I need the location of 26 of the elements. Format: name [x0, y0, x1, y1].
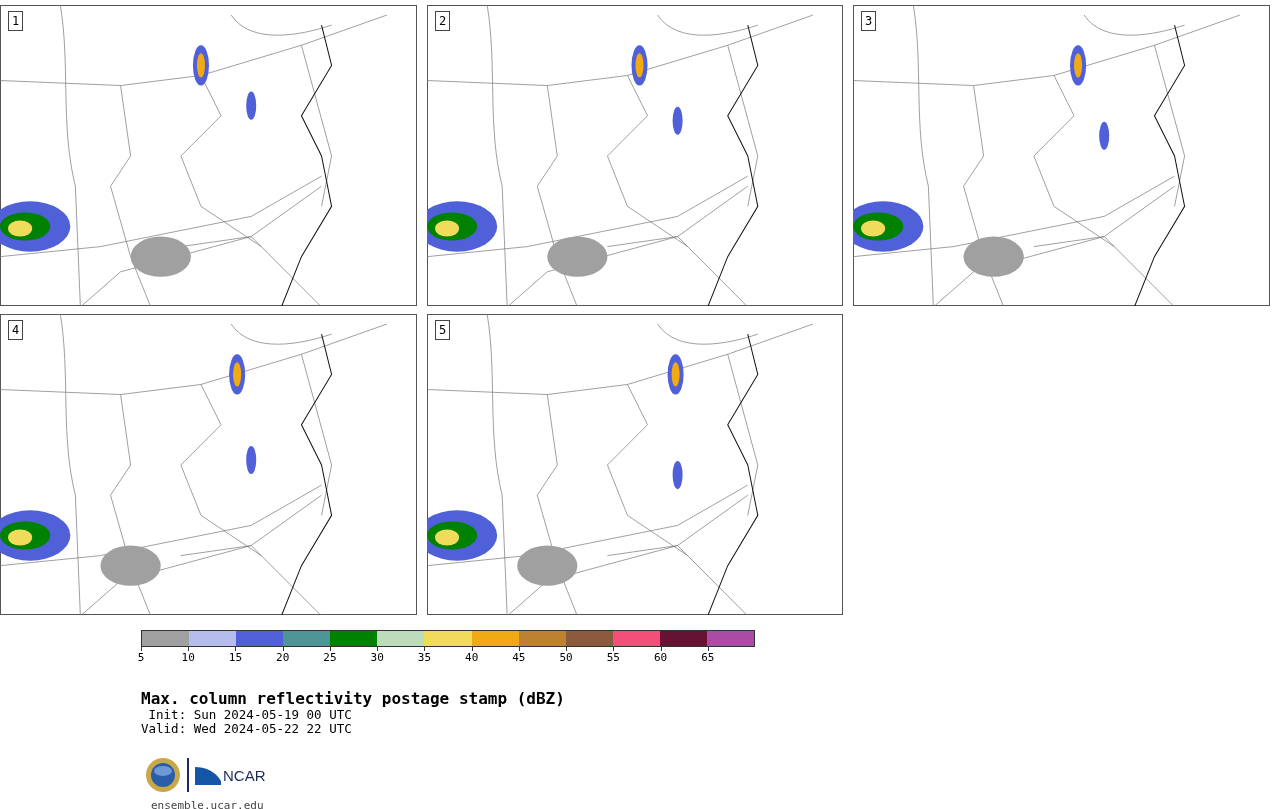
panel-number: 1 [8, 11, 24, 31]
tick-label: 20 [276, 652, 290, 664]
seal-icon [145, 757, 181, 793]
panel-number: 5 [435, 320, 451, 340]
swoosh-icon [195, 765, 221, 785]
valid-time: Valid: Wed 2024-05-22 22 UTC [141, 722, 353, 736]
tick-label: 40 [465, 652, 479, 664]
tick-label: 55 [606, 652, 620, 664]
tick-label: 50 [559, 652, 573, 664]
site-address: ensemble.ucar.edu [151, 799, 265, 809]
tick-label: 65 [701, 652, 715, 664]
tick-label: 60 [653, 652, 668, 664]
tick-label: 10 [181, 652, 195, 664]
tick-label: 30 [370, 652, 384, 664]
tick-label: 15 [228, 652, 243, 664]
panel-number: 4 [8, 320, 24, 340]
panel-number: 3 [861, 11, 877, 31]
divider-icon [187, 758, 189, 792]
panel-number: 2 [435, 11, 451, 31]
logo-text: NCAR [223, 766, 266, 784]
tick-label: 35 [417, 652, 432, 664]
init-time: Init: Sun 2024-05-19 00 UTC [147, 708, 353, 722]
tick-label: 25 [323, 652, 337, 664]
tick-label: 5 [137, 652, 145, 664]
chart-title: Max. column reflectivity postage stamp (dBZ) [141, 690, 566, 708]
tick-label: 45 [512, 652, 526, 664]
